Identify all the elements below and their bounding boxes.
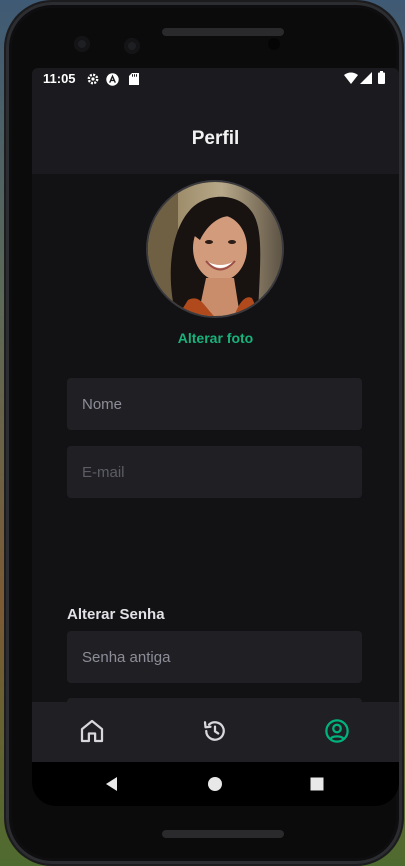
status-time: 11:05 [43,71,76,86]
tab-history[interactable] [200,716,230,746]
page-title: Perfil [191,128,240,149]
name-field[interactable] [67,378,362,430]
email-field[interactable] [67,446,362,498]
history-icon [203,721,225,741]
profile-photo [148,182,282,316]
system-navigation-bar [32,762,399,806]
back-icon[interactable] [100,772,124,796]
bottom-tab-bar [32,702,399,762]
app-notification-icon [106,73,119,86]
proximity-sensor [268,38,280,50]
settings-icon [87,73,99,85]
tab-profile[interactable] [322,716,352,746]
change-photo-button[interactable]: Alterar foto [32,330,399,346]
recents-icon[interactable] [305,772,329,796]
tab-home[interactable] [77,716,107,746]
app-screen: 11:05 Perfil Alterar foto Nome E-mail Al… [32,68,399,806]
home-button-icon[interactable] [203,772,227,796]
bottom-speaker [162,830,284,838]
signal-icon [360,72,372,84]
password-section-title: Alterar Senha [67,606,165,623]
home-icon [80,719,104,743]
status-bar: 11:05 [32,68,399,90]
battery-icon [378,71,385,84]
user-circle-icon [325,719,349,743]
front-camera [74,36,90,52]
earpiece-speaker [162,28,284,36]
avatar[interactable] [146,180,284,318]
old-password-field[interactable] [67,631,362,683]
phone-frame: 11:05 Perfil Alterar foto Nome E-mail Al… [6,2,402,864]
front-sensor [124,38,140,54]
sd-card-icon [129,73,139,85]
app-header: Perfil [32,90,399,174]
wifi-icon [344,72,358,84]
